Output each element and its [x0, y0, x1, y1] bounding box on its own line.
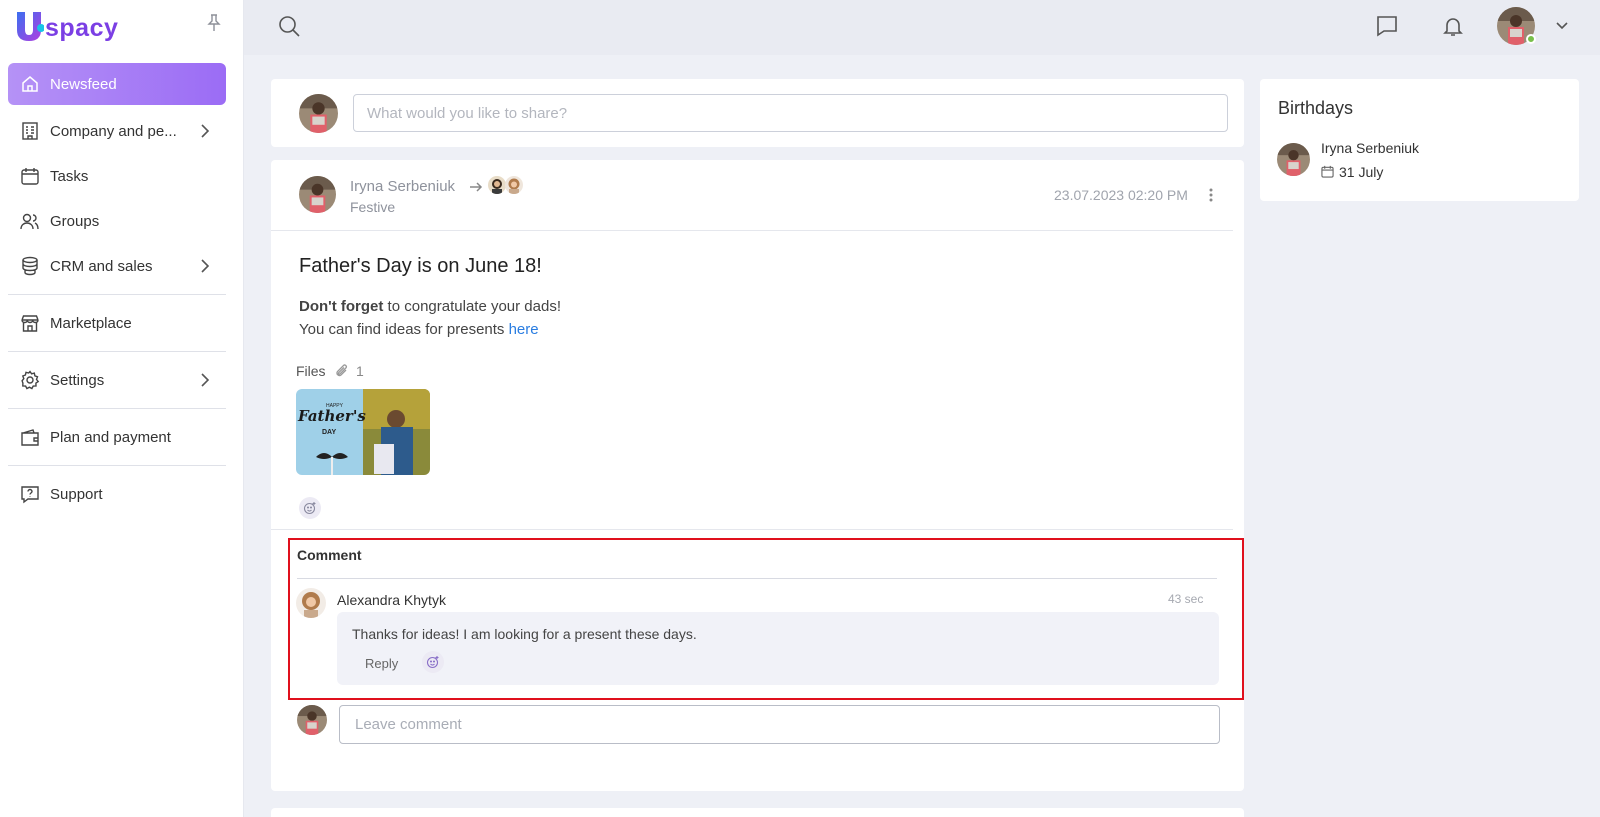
calendar-icon: [1321, 165, 1334, 178]
search-icon[interactable]: [277, 14, 301, 38]
sidebar-item-label: Tasks: [50, 167, 89, 185]
coins-icon: [20, 256, 40, 276]
files-label: Files: [296, 363, 326, 379]
chat-icon[interactable]: [1375, 14, 1399, 38]
image-text-day: DAY: [322, 429, 337, 436]
arrow-right-icon: [469, 180, 483, 192]
divider: [8, 408, 226, 409]
sidebar-item-label: Settings: [50, 371, 105, 389]
birthday-avatar[interactable]: [1277, 143, 1310, 176]
calendar-icon: [20, 166, 40, 186]
comment-bubble: [337, 612, 1219, 685]
comment-text: Thanks for ideas! I am looking for a pre…: [352, 626, 697, 642]
paperclip-icon: [335, 363, 349, 379]
sidebar-item-company[interactable]: Company and pe...: [8, 110, 226, 152]
sidebar-item-label: Groups: [50, 212, 100, 230]
recipient-avatar[interactable]: [488, 176, 506, 194]
sidebar-item-marketplace[interactable]: Marketplace: [8, 302, 226, 344]
more-options-icon[interactable]: [1208, 187, 1214, 203]
sidebar-item-label: Support: [50, 485, 103, 503]
divider: [271, 230, 1233, 231]
add-reaction-button[interactable]: [299, 497, 321, 519]
sidebar-item-label: Plan and payment: [50, 428, 171, 446]
divider: [297, 578, 1217, 579]
next-post-card: [271, 808, 1244, 817]
online-status-dot: [1526, 34, 1536, 44]
post-category: Festive: [350, 199, 396, 215]
sidebar-item-tasks[interactable]: Tasks: [8, 155, 226, 197]
sidebar-item-support[interactable]: Support: [8, 473, 226, 515]
comment-reaction-button[interactable]: [422, 651, 444, 673]
post-timestamp: 23.07.2023 02:20 PM: [1054, 187, 1188, 203]
comment-input[interactable]: Leave comment: [339, 705, 1220, 744]
reply-button[interactable]: Reply: [365, 656, 398, 671]
post-title: Father's Day is on June 18!: [299, 255, 542, 277]
sidebar-item-settings[interactable]: Settings: [8, 359, 226, 401]
recipient-avatar[interactable]: [505, 176, 523, 194]
divider: [271, 529, 1233, 530]
app-logo[interactable]: spacy: [14, 10, 118, 42]
chevron-right-icon: [200, 259, 210, 273]
post-body-line2: You can find ideas for presents here: [299, 321, 539, 338]
post-text: You can find ideas for presents: [299, 321, 509, 338]
share-placeholder: What would you like to share?: [367, 104, 568, 122]
post-link[interactable]: here: [509, 321, 539, 338]
wallet-icon: [20, 427, 40, 447]
sidebar-item-label: Marketplace: [50, 314, 132, 332]
author-avatar: [299, 94, 338, 133]
divider: [8, 351, 226, 352]
divider: [8, 294, 226, 295]
comment-author[interactable]: Alexandra Khytyk: [337, 592, 446, 608]
sidebar-item-label: Newsfeed: [50, 75, 117, 93]
sidebar-item-crm[interactable]: CRM and sales: [8, 245, 226, 287]
post-body-line1: Don't forget to congratulate your dads!: [299, 298, 561, 315]
current-user-avatar: [297, 705, 327, 735]
birthday-person-name[interactable]: Iryna Serbeniuk: [1321, 140, 1419, 156]
home-icon: [20, 74, 40, 94]
store-icon: [20, 313, 40, 333]
files-count: 1: [356, 363, 364, 379]
sidebar-item-label: CRM and sales: [50, 257, 153, 275]
divider: [8, 465, 226, 466]
comments-heading: Comment: [297, 547, 362, 563]
brand-name: spacy: [45, 14, 119, 42]
comment-time: 43 sec: [1168, 592, 1204, 606]
post-bold-text: Don't forget: [299, 298, 384, 315]
logo-mark: [14, 10, 45, 42]
sidebar-item-label: Company and pe...: [50, 122, 177, 140]
birthdays-title: Birthdays: [1278, 98, 1354, 118]
sidebar-item-groups[interactable]: Groups: [8, 200, 226, 242]
share-input[interactable]: What would you like to share?: [353, 94, 1228, 132]
image-text-fathers: Father's: [298, 407, 366, 425]
chevron-right-icon: [200, 373, 210, 387]
chevron-down-icon[interactable]: [1554, 18, 1570, 34]
sidebar: spacy Newsfeed Company and pe... Tasks G…: [0, 0, 244, 817]
post-text: to congratulate your dads!: [383, 298, 562, 315]
pin-icon[interactable]: [206, 14, 222, 32]
sidebar-item-plan[interactable]: Plan and payment: [8, 416, 226, 458]
attachment-thumbnail[interactable]: HAPPY Father's DAY: [296, 389, 430, 475]
comment-placeholder: Leave comment: [355, 716, 462, 733]
post-author-name[interactable]: Iryna Serbeniuk: [350, 178, 455, 195]
chevron-right-icon: [200, 124, 210, 138]
gear-icon: [20, 370, 40, 390]
birthday-date: 31 July: [1339, 164, 1384, 180]
sidebar-nav: Newsfeed Company and pe... Tasks Groups: [8, 63, 226, 515]
sidebar-item-newsfeed[interactable]: Newsfeed: [8, 63, 226, 105]
bell-icon[interactable]: [1441, 14, 1465, 38]
users-icon: [20, 211, 40, 231]
building-icon: [20, 121, 40, 141]
post-author-avatar[interactable]: [299, 176, 336, 213]
help-icon: [20, 484, 40, 504]
commenter-avatar[interactable]: [296, 588, 326, 618]
